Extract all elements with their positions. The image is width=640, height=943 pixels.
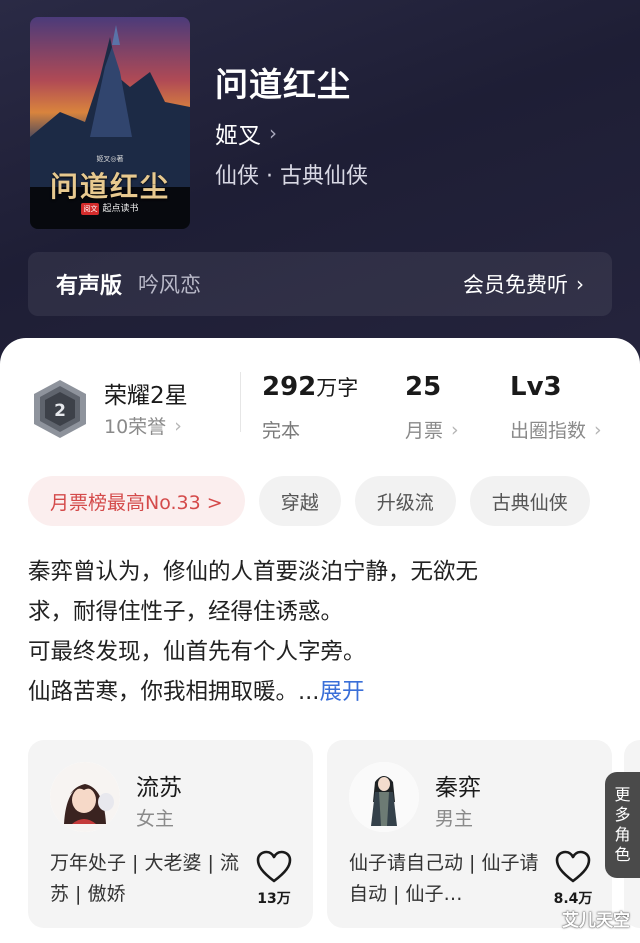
description-line: 秦弈曾认为，修仙的人首要淡泊宁静，无欲无 <box>28 559 479 585</box>
like-count: 8.4万 <box>553 891 593 907</box>
monthly-ticket-link[interactable]: 月票 › <box>405 416 459 443</box>
honor-badge-icon: 2 <box>34 380 86 438</box>
character-role: 男主 <box>435 808 474 830</box>
description-line: 可最终发现，仙首先有个人字旁。 <box>28 639 366 665</box>
publisher-name: 起点读书 <box>102 204 139 214</box>
word-count-unit: 万字 <box>316 376 359 400</box>
badge-number: 2 <box>54 401 66 421</box>
more-roles-button[interactable]: 更 多 角 色 <box>605 772 640 878</box>
genre-text: 仙侠 · 古典仙侠 <box>215 164 368 189</box>
chevron-right-icon: › <box>576 272 584 296</box>
word-count-value: 292 <box>262 372 317 402</box>
heart-icon[interactable] <box>256 850 292 884</box>
character-card[interactable]: 秦弈 男主 仙子请自己动 | 仙子请自动 | 仙子… 8.4万 <box>327 740 612 928</box>
more-roles-char: 角 <box>614 825 631 844</box>
tag-chip[interactable]: 升级流 <box>354 476 456 526</box>
monthly-ticket-count: 25 <box>405 372 442 402</box>
description-line-text: 仙路苦寒，你我相拥取暖。... <box>28 679 320 705</box>
watermark: 艾儿天空 <box>562 911 630 931</box>
heart-icon[interactable] <box>555 850 591 884</box>
monthly-rank-chip[interactable]: 月票榜最高No.33 > <box>28 476 245 526</box>
character-tags: 万年处子 | 大老婆 | 流苏 | 傲娇 <box>50 852 239 905</box>
chevron-right-icon: › <box>174 414 182 437</box>
breakout-index-link[interactable]: 出圈指数 › <box>510 416 602 443</box>
honor-points: 10荣誉 <box>104 416 167 438</box>
character-tags: 仙子请自己动 | 仙子请自动 | 仙子… <box>349 852 539 905</box>
description-line: 仙路苦寒，你我相拥取暖。...展开 <box>28 672 588 712</box>
more-roles-char: 色 <box>614 845 631 864</box>
word-count: 292万字 <box>262 372 358 402</box>
honor-title: 荣耀2星 <box>104 383 188 409</box>
tag-chip[interactable]: 古典仙侠 <box>469 476 590 526</box>
character-name: 流苏 <box>136 775 182 801</box>
stats-divider <box>240 372 241 432</box>
honor-sub[interactable]: 10荣誉 › <box>104 412 182 439</box>
author-link[interactable]: 姬叉 › <box>215 116 277 150</box>
cover-author-line: 姬叉◎著 <box>96 155 124 163</box>
completion-status: 完本 <box>262 420 301 442</box>
character-role: 女主 <box>136 808 175 830</box>
author-name: 姬叉 <box>215 123 261 149</box>
book-cover-image[interactable]: 姬叉◎著 问道红尘 阅文 起点读书 <box>30 17 190 229</box>
cover-title: 问道红尘 <box>49 170 170 203</box>
audio-reader: 吟风恋 <box>138 273 202 297</box>
tag-chip[interactable]: 穿越 <box>258 476 341 526</box>
character-avatar <box>349 762 419 832</box>
chevron-right-icon: › <box>594 418 602 441</box>
breakout-level: Lv3 <box>510 372 562 402</box>
free-listen-button[interactable]: 会员免费听 › <box>463 269 584 299</box>
book-title: 问道红尘 <box>215 65 351 104</box>
publisher-tag: 阅文 <box>81 203 100 215</box>
chevron-right-icon: › <box>269 121 277 145</box>
book-description: 秦弈曾认为，修仙的人首要淡泊宁静，无欲无 求，耐得住性子，经得住诱惑。 可最终发… <box>28 552 588 712</box>
monthly-ticket-label: 月票 <box>405 420 444 442</box>
audio-label: 有声版 <box>56 274 123 299</box>
free-listen-label: 会员免费听 <box>463 273 568 297</box>
character-card[interactable]: 流苏 女主 万年处子 | 大老婆 | 流苏 | 傲娇 13万 <box>28 740 313 928</box>
more-roles-char: 多 <box>614 805 631 824</box>
audio-version-bar[interactable]: 有声版 吟风恋 会员免费听 › <box>28 252 612 316</box>
breakout-index-label: 出圈指数 <box>510 420 587 442</box>
expand-link[interactable]: 展开 <box>319 679 364 705</box>
chevron-right-icon: › <box>451 418 459 441</box>
more-roles-char: 更 <box>614 785 631 804</box>
like-count: 13万 <box>257 891 291 907</box>
description-line: 求，耐得住性子，经得住诱惑。 <box>28 599 344 625</box>
cover-publisher: 阅文 起点读书 <box>30 201 190 215</box>
tag-chip-row: 月票榜最高No.33 > 穿越 升级流 古典仙侠 <box>28 476 590 526</box>
character-avatar <box>50 762 120 832</box>
character-name: 秦弈 <box>435 775 481 801</box>
